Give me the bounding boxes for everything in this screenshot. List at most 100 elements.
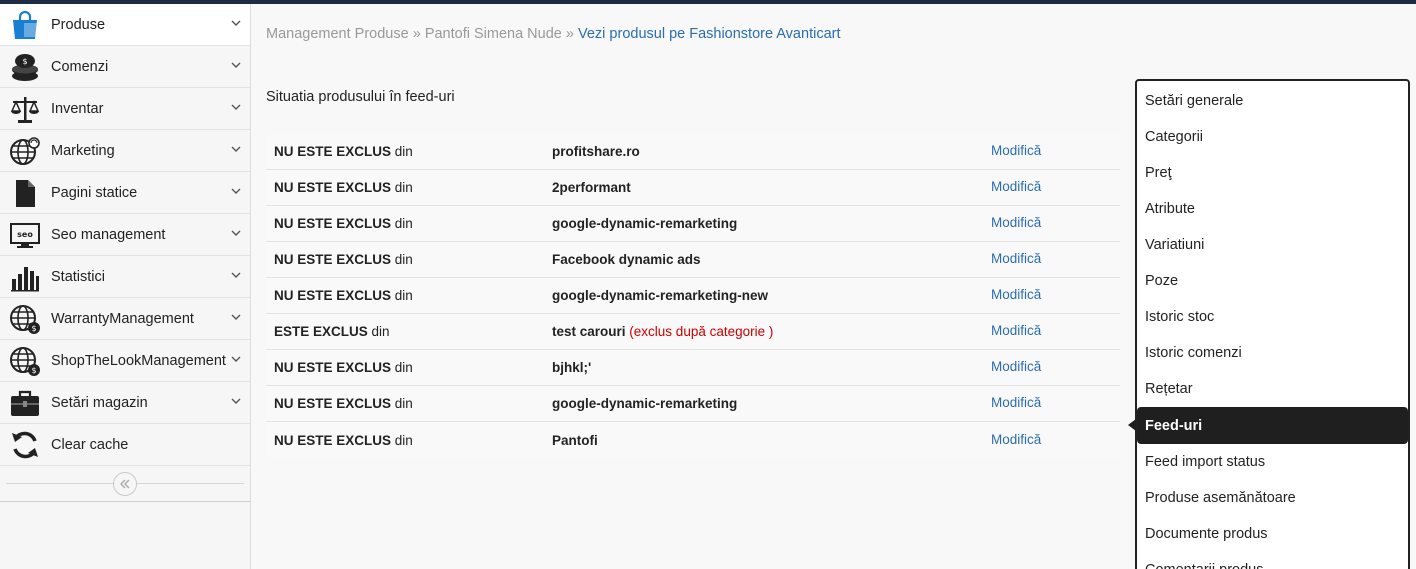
chevron-down-icon bbox=[231, 314, 241, 320]
menu-item-variatiuni[interactable]: Variatiuni bbox=[1137, 227, 1408, 263]
modify-link[interactable]: Modifică bbox=[991, 359, 1041, 374]
sidebar-item-label: Statistici bbox=[51, 268, 105, 285]
modify-link[interactable]: Modifică bbox=[991, 287, 1041, 302]
feed-name: Facebook dynamic ads bbox=[552, 252, 701, 267]
chevron-down-icon bbox=[231, 272, 241, 278]
modify-link[interactable]: Modifică bbox=[991, 179, 1041, 194]
menu-item-poze[interactable]: Poze bbox=[1137, 263, 1408, 299]
menu-item-retetar[interactable]: Rețetar bbox=[1137, 371, 1408, 407]
sidebar-item-label: Seo management bbox=[51, 226, 166, 243]
sidebar-item-setari-magazin[interactable]: Setări magazin bbox=[0, 382, 250, 424]
sidebar-item-label: Produse bbox=[51, 16, 106, 33]
menu-item-categorii[interactable]: Categorii bbox=[1137, 119, 1408, 155]
sidebar-item-label: Inventar bbox=[51, 100, 104, 117]
chevron-down-icon bbox=[231, 188, 241, 194]
globe-dollar-icon: $ bbox=[8, 344, 42, 378]
page-title: Situatia produsului în feed-uri bbox=[266, 89, 455, 105]
exclusion-status: ESTE EXCLUS din bbox=[274, 324, 390, 339]
shopping-bag-icon bbox=[8, 8, 42, 42]
sidebar-item-label: Clear cache bbox=[51, 436, 129, 453]
menu-item-setari-generale[interactable]: Setări generale bbox=[1137, 83, 1408, 119]
scale-icon bbox=[8, 92, 42, 126]
sidebar-item-label: Setări magazin bbox=[51, 394, 148, 411]
product-section-menu: Setări generale Categorii Preţ Atribute … bbox=[1128, 79, 1410, 569]
globe-signal-icon bbox=[8, 134, 42, 168]
svg-text:seo: seo bbox=[17, 230, 33, 239]
breadcrumb-separator: » bbox=[412, 26, 421, 42]
table-row: NU ESTE EXCLUS din bjhkl;' Modifică bbox=[266, 350, 1120, 386]
chevron-down-icon bbox=[231, 20, 241, 26]
sidebar-item-comenzi[interactable]: $ Comenzi bbox=[0, 46, 250, 88]
sidebar-item-label: ShopTheLookManagement bbox=[51, 352, 226, 369]
menu-item-feed-uri[interactable]: Feed-uri bbox=[1128, 407, 1408, 444]
sidebar-item-seo-management[interactable]: seo Seo management bbox=[0, 214, 250, 256]
menu-item-istoric-stoc[interactable]: Istoric stoc bbox=[1137, 299, 1408, 335]
sidebar-item-label: WarrantyManagement bbox=[51, 310, 194, 327]
table-row: NU ESTE EXCLUS din Pantofi Modifică bbox=[266, 422, 1120, 458]
document-icon bbox=[8, 176, 42, 210]
view-product-link[interactable]: Vezi produsul pe Fashionstore Avanticart bbox=[578, 26, 841, 42]
coins-icon: $ bbox=[8, 50, 42, 84]
table-row: NU ESTE EXCLUS din profitshare.ro Modifi… bbox=[266, 134, 1120, 170]
sidebar-item-produse[interactable]: Produse bbox=[0, 4, 250, 46]
table-row: NU ESTE EXCLUS din Facebook dynamic ads … bbox=[266, 242, 1120, 278]
menu-item-produse-asemanatoare[interactable]: Produse asemănătoare bbox=[1137, 480, 1408, 516]
menu-item-comentarii-produs[interactable]: Comentarii produs bbox=[1137, 552, 1408, 569]
sidebar-collapse-row bbox=[0, 466, 250, 502]
feed-name: google-dynamic-remarketing-new bbox=[552, 288, 769, 303]
briefcase-icon bbox=[8, 386, 42, 420]
table-row: ESTE EXCLUS din test carouri (exclus dup… bbox=[266, 314, 1120, 350]
menu-item-pret[interactable]: Preţ bbox=[1137, 155, 1408, 191]
bar-chart-icon bbox=[8, 260, 42, 294]
exclusion-status: NU ESTE EXCLUS din bbox=[274, 360, 413, 375]
svg-text:$: $ bbox=[31, 324, 36, 333]
refresh-icon bbox=[8, 428, 42, 462]
chevron-down-icon bbox=[231, 62, 241, 68]
double-chevron-left-icon[interactable] bbox=[113, 471, 137, 496]
feed-name: google-dynamic-remarketing bbox=[552, 216, 738, 231]
exclusion-status: NU ESTE EXCLUS din bbox=[274, 180, 413, 195]
feed-name: Pantofi bbox=[552, 432, 598, 448]
feed-status-table: NU ESTE EXCLUS din profitshare.ro Modifi… bbox=[266, 134, 1120, 458]
globe-dollar-icon: $ bbox=[8, 302, 42, 336]
modify-link[interactable]: Modifică bbox=[991, 251, 1041, 266]
breadcrumb-product-name[interactable]: Pantofi Simena Nude bbox=[425, 26, 562, 42]
feed-name: 2performant bbox=[552, 180, 631, 195]
sidebar-item-statistici[interactable]: Statistici bbox=[0, 256, 250, 298]
exclusion-reason: (exclus după categorie ) bbox=[629, 324, 774, 339]
exclusion-status: NU ESTE EXCLUS din bbox=[274, 216, 413, 231]
modify-link[interactable]: Modifică bbox=[991, 215, 1041, 230]
feed-name: profitshare.ro bbox=[552, 144, 640, 159]
seo-monitor-icon: seo bbox=[8, 218, 42, 252]
sidebar-item-label: Marketing bbox=[51, 142, 115, 159]
sidebar-item-label: Pagini statice bbox=[51, 184, 138, 201]
sidebar-item-warranty-management[interactable]: $ WarrantyManagement bbox=[0, 298, 250, 340]
chevron-down-icon bbox=[231, 398, 241, 404]
svg-text:$: $ bbox=[31, 366, 36, 375]
table-row: NU ESTE EXCLUS din google-dynamic-remark… bbox=[266, 278, 1120, 314]
menu-item-istoric-comenzi[interactable]: Istoric comenzi bbox=[1137, 335, 1408, 371]
exclusion-status: NU ESTE EXCLUS din bbox=[274, 288, 413, 303]
menu-item-feed-import-status[interactable]: Feed import status bbox=[1137, 444, 1408, 480]
exclusion-status: NU ESTE EXCLUS din bbox=[274, 396, 413, 411]
chevron-down-icon bbox=[231, 104, 241, 110]
modify-link[interactable]: Modifică bbox=[991, 323, 1041, 338]
sidebar-item-marketing[interactable]: Marketing bbox=[0, 130, 250, 172]
chevron-down-icon bbox=[231, 146, 241, 152]
sidebar-item-clear-cache[interactable]: Clear cache bbox=[0, 424, 250, 466]
menu-item-atribute[interactable]: Atribute bbox=[1137, 191, 1408, 227]
modify-link[interactable]: Modifică bbox=[991, 143, 1041, 158]
breadcrumb-management-produse[interactable]: Management Produse bbox=[266, 26, 409, 42]
sidebar-item-shopthelook-management[interactable]: $ ShopTheLookManagement bbox=[0, 340, 250, 382]
exclusion-status: NU ESTE EXCLUS din bbox=[274, 432, 413, 448]
sidebar-item-inventar[interactable]: Inventar bbox=[0, 88, 250, 130]
chevron-down-icon bbox=[231, 356, 241, 362]
modify-link[interactable]: Modifică bbox=[991, 395, 1041, 410]
breadcrumb: Management Produse » Pantofi Simena Nude… bbox=[266, 26, 841, 42]
sidebar: Produse $ Comenzi Inventar Marketing Pag… bbox=[0, 4, 251, 569]
breadcrumb-separator: » bbox=[565, 26, 574, 42]
sidebar-item-pagini-statice[interactable]: Pagini statice bbox=[0, 172, 250, 214]
feed-name: bjhkl;' bbox=[552, 360, 592, 375]
modify-link[interactable]: Modifică bbox=[991, 432, 1041, 447]
menu-item-documente-produs[interactable]: Documente produs bbox=[1137, 516, 1408, 552]
